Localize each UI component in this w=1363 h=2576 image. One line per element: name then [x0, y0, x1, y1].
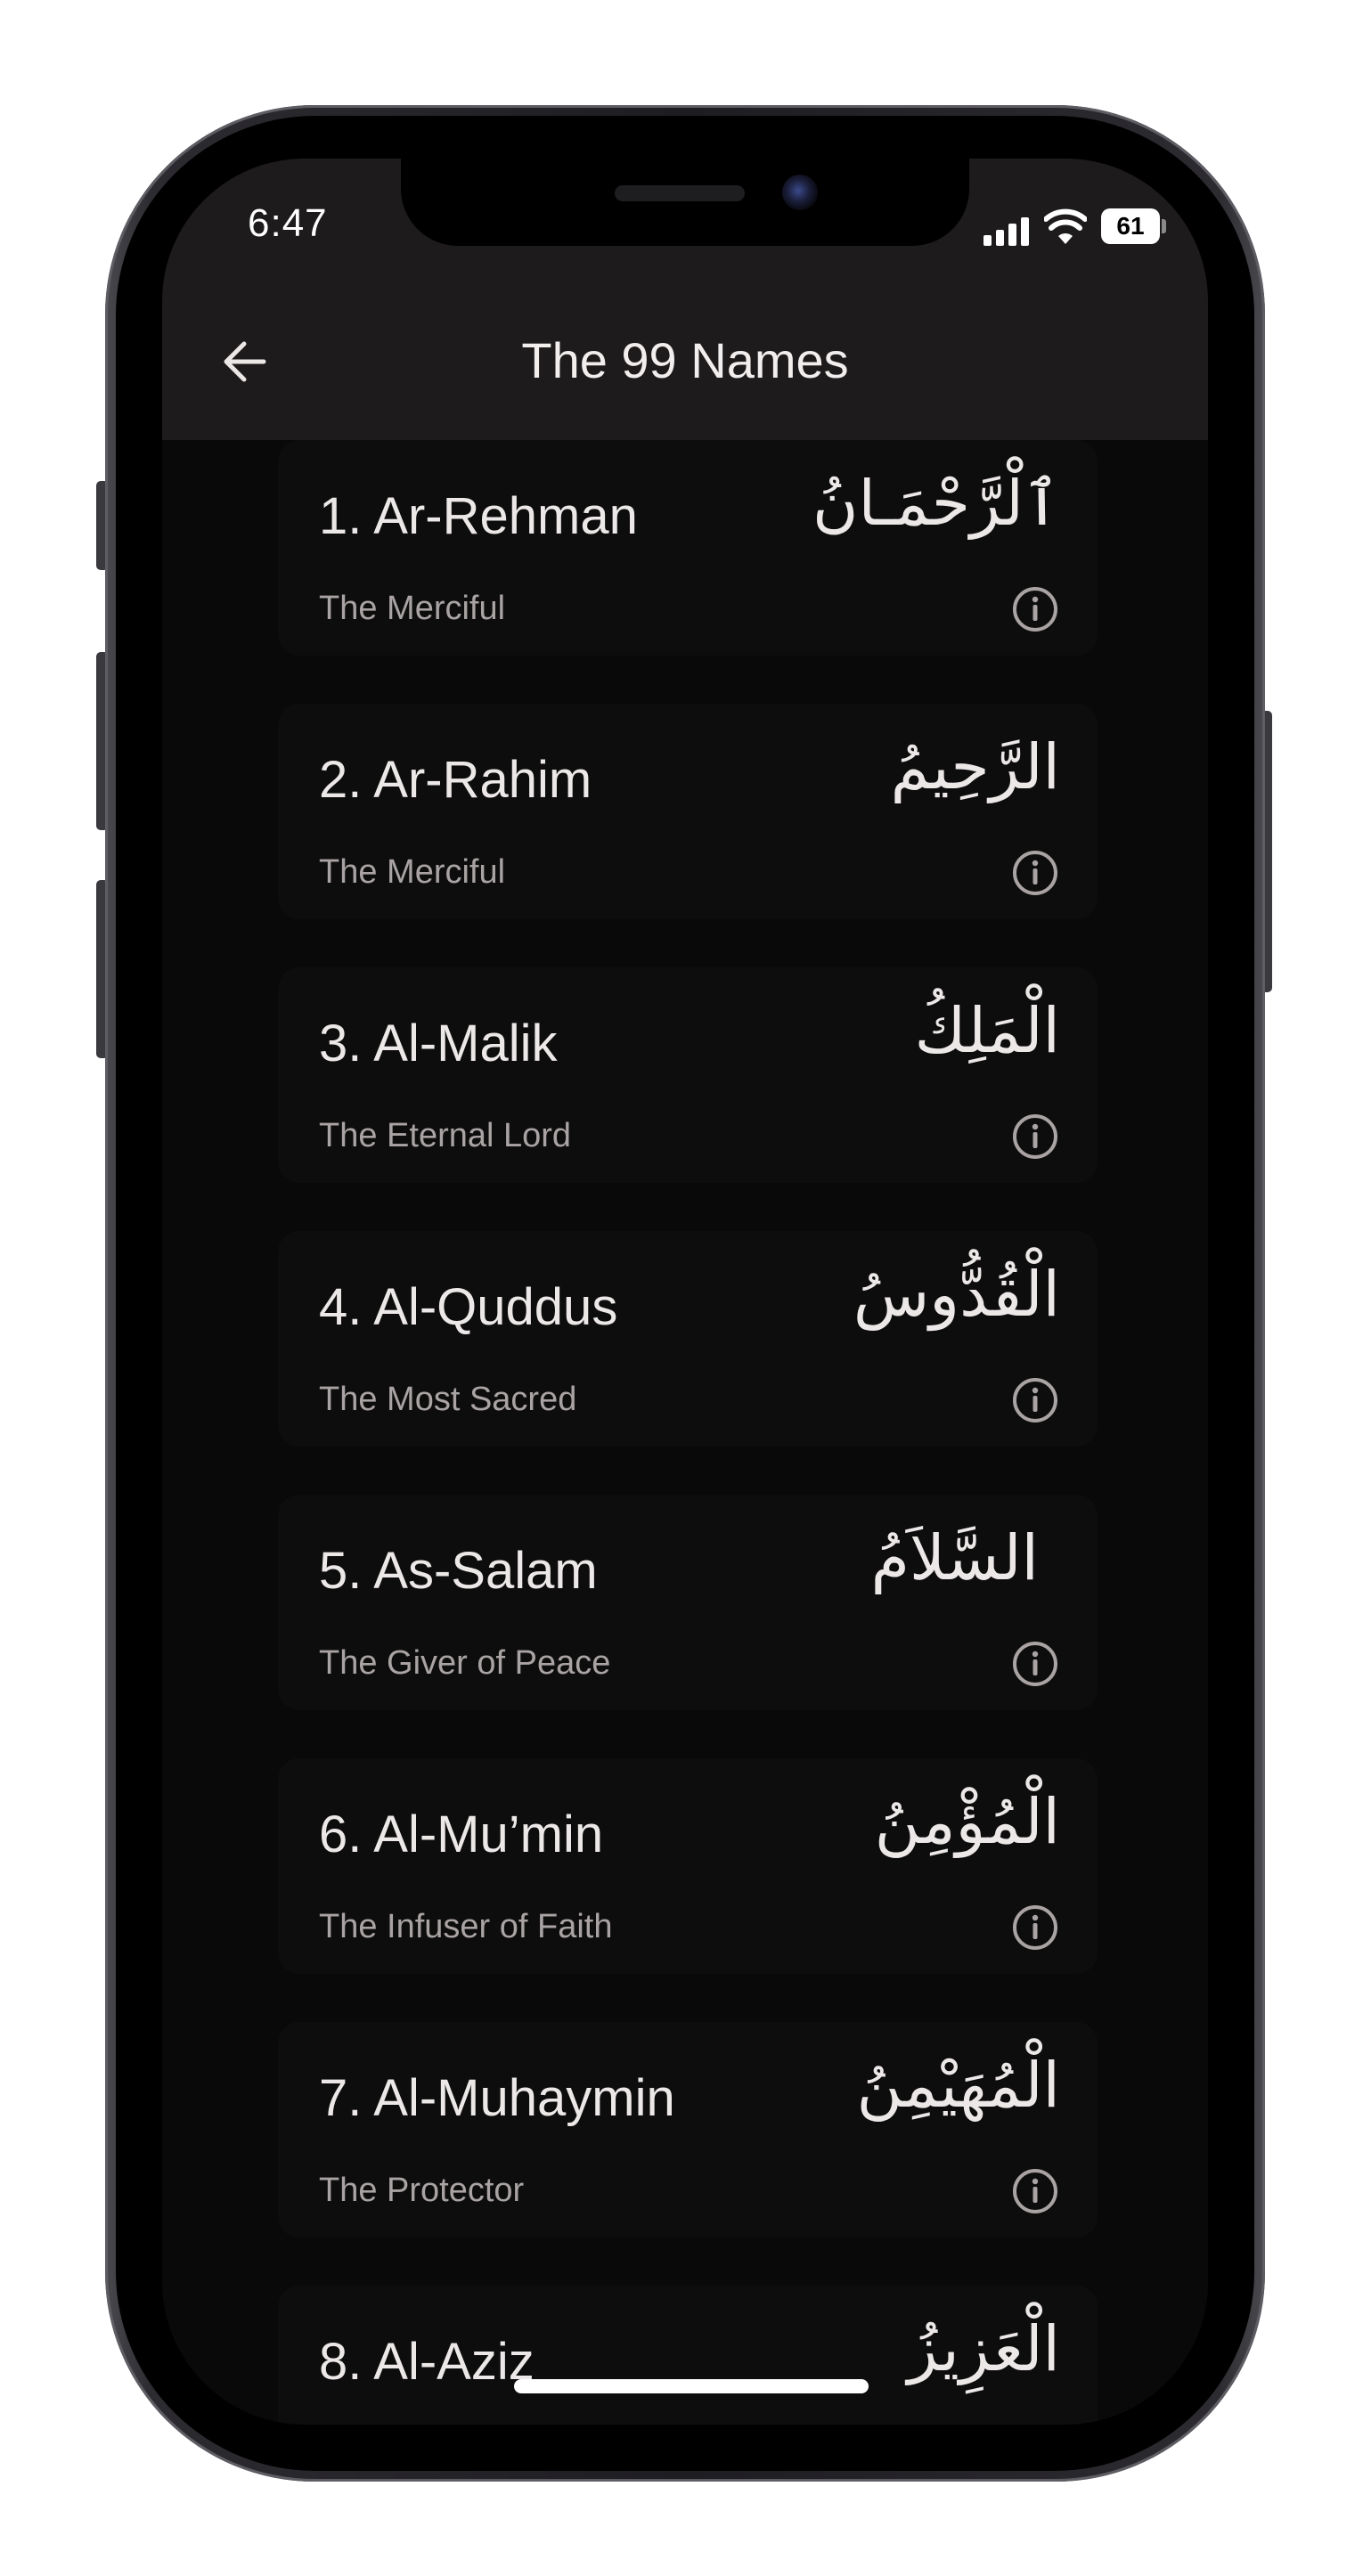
arabic-name: الْمُؤْمِنُ — [874, 1785, 1060, 1858]
name-meaning: The Most Sacred — [319, 1381, 577, 1418]
arabic-name: الْمُهَيْمِنُ — [856, 2049, 1060, 2122]
info-icon[interactable] — [1012, 586, 1058, 632]
front-camera — [782, 175, 818, 210]
info-icon[interactable] — [1012, 1904, 1058, 1951]
battery-cap — [1162, 219, 1166, 233]
name-label: 2. Ar-Rahim — [319, 751, 592, 809]
arabic-name: الْمَلِكُ — [914, 994, 1060, 1067]
info-icon[interactable] — [1012, 850, 1058, 896]
app-header: 6:47 61 The 99 Names — [162, 159, 1208, 440]
info-icon[interactable] — [1012, 1641, 1058, 1687]
name-meaning: The Infuser of Faith — [319, 1908, 613, 1945]
name-label: 3. Al-Malik — [319, 1015, 558, 1072]
arabic-name: السَّلاَمُ — [870, 1521, 1039, 1594]
name-label: 1. Ar-Rehman — [319, 487, 638, 545]
name-label: 5. As-Salam — [319, 1542, 598, 1600]
list-item[interactable]: 2. Ar-Rahim الرَّحِيمُ The Merciful — [278, 704, 1098, 919]
name-label: 4. Al-Quddus — [319, 1278, 618, 1336]
page-title: The 99 Names — [521, 332, 849, 388]
name-meaning: The Eternal Lord — [319, 1117, 572, 1154]
cellular-signal-icon — [983, 216, 1032, 246]
arabic-name: ٱلْرَّحْمَـانُ — [812, 467, 1060, 540]
arabic-name: الْعَزِيزُ — [907, 2312, 1060, 2385]
notch — [401, 159, 969, 246]
home-indicator[interactable] — [514, 2379, 869, 2393]
list-item[interactable]: 5. As-Salam السَّلاَمُ The Giver of Peac… — [278, 1495, 1098, 1710]
arabic-name: الرَّحِيمُ — [890, 730, 1060, 803]
name-meaning: The Merciful — [319, 853, 506, 891]
battery-icon: 61 — [1101, 208, 1160, 244]
name-meaning: The Merciful — [319, 590, 506, 627]
name-label: 8. Al-Aziz — [319, 2333, 535, 2391]
app-screen: 6:47 61 The 99 Names 1. Ar-Rehman ٱلْرَّ… — [162, 159, 1208, 2425]
list-item[interactable]: 3. Al-Malik الْمَلِكُ The Eternal Lord — [278, 967, 1098, 1183]
info-icon[interactable] — [1012, 1377, 1058, 1423]
name-label: 6. Al-Mu’min — [319, 1806, 604, 1863]
name-meaning: The Giver of Peace — [319, 1644, 611, 1682]
list-item[interactable]: 7. Al-Muhaymin الْمُهَيْمِنُ The Protect… — [278, 2022, 1098, 2238]
list-item[interactable]: 8. Al-Aziz الْعَزِيزُ — [278, 2286, 1098, 2425]
list-item[interactable]: 4. Al-Quddus الْقُدُّوسُ The Most Sacred — [278, 1231, 1098, 1447]
info-icon[interactable] — [1012, 1113, 1058, 1160]
list-item[interactable]: 6. Al-Mu’min الْمُؤْمِنُ The Infuser of … — [278, 1758, 1098, 1974]
status-time: 6:47 — [248, 201, 328, 245]
name-label: 7. Al-Muhaymin — [319, 2069, 675, 2127]
earpiece-speaker — [615, 185, 745, 201]
list-item[interactable]: 1. Ar-Rehman ٱلْرَّحْمَـانُ The Merciful — [278, 440, 1098, 656]
name-meaning: The Protector — [319, 2172, 525, 2209]
info-icon[interactable] — [1012, 2168, 1058, 2214]
wifi-icon — [1044, 208, 1087, 244]
arabic-name: الْقُدُّوسُ — [853, 1258, 1060, 1331]
